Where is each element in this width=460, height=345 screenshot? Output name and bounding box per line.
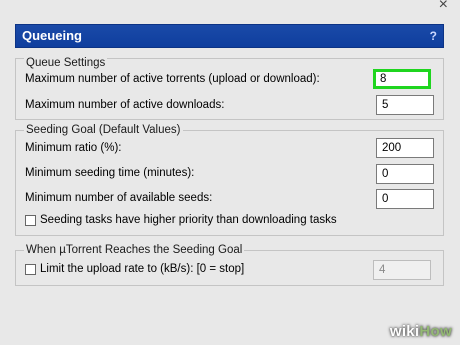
seeding-goal-legend: Seeding Goal (Default Values) xyxy=(24,124,183,136)
max-active-torrents-input[interactable]: 8 xyxy=(373,69,431,89)
limit-upload-label: Limit the upload rate to (kB/s): [0 = st… xyxy=(40,263,245,275)
min-available-seeds-label: Minimum number of available seeds: xyxy=(25,192,213,204)
min-ratio-input[interactable]: 200 xyxy=(376,138,434,158)
watermark-wiki: wiki xyxy=(389,323,420,340)
section-title: Queueing xyxy=(22,28,82,43)
reaches-goal-legend: When µTorrent Reaches the Seeding Goal xyxy=(24,244,245,256)
limit-upload-input: 4 xyxy=(373,260,431,280)
priority-checkbox-label: Seeding tasks have higher priority than … xyxy=(40,214,337,226)
watermark-how: How xyxy=(419,323,452,340)
min-seeding-time-input[interactable]: 0 xyxy=(376,164,434,184)
priority-checkbox[interactable] xyxy=(25,215,36,226)
queue-settings-legend: Queue Settings xyxy=(24,57,108,69)
wikihow-watermark: wikiHow xyxy=(390,323,452,340)
min-seeding-time-label: Minimum seeding time (minutes): xyxy=(25,167,195,179)
close-icon[interactable]: × xyxy=(439,0,448,13)
max-active-downloads-label: Maximum number of active downloads: xyxy=(25,99,225,111)
limit-upload-checkbox[interactable] xyxy=(25,264,36,275)
max-active-downloads-input[interactable]: 5 xyxy=(376,95,434,115)
min-available-seeds-input[interactable]: 0 xyxy=(376,189,434,209)
help-icon[interactable]: ? xyxy=(430,29,437,43)
min-ratio-label: Minimum ratio (%): xyxy=(25,142,122,154)
max-active-torrents-label: Maximum number of active torrents (uploa… xyxy=(25,73,320,85)
section-header: Queueing ? xyxy=(15,24,444,48)
